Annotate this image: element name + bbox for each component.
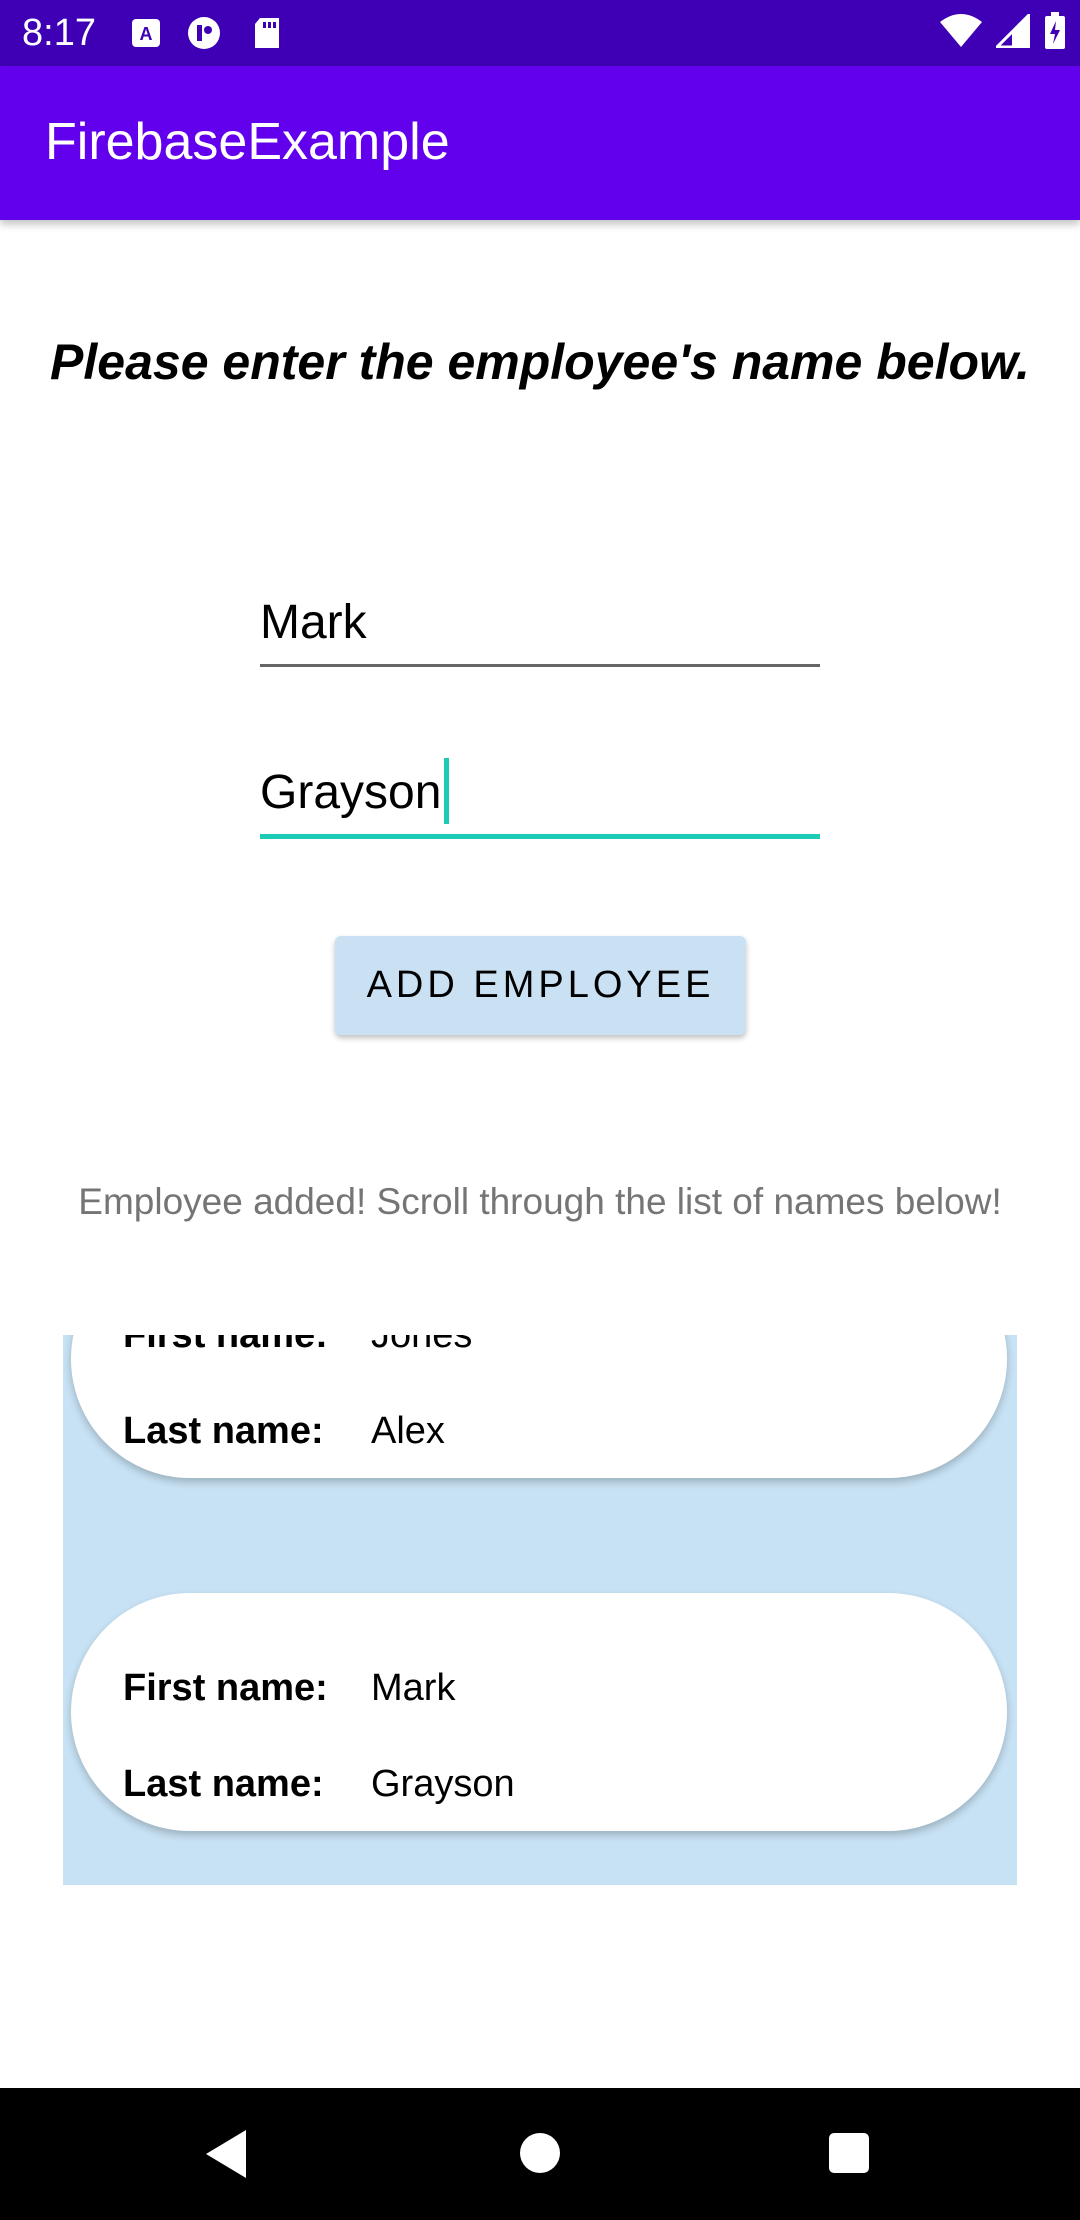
first-name-value: Mark bbox=[371, 1667, 456, 1709]
first-name-value: Jones bbox=[371, 1335, 473, 1356]
recents-icon[interactable] bbox=[829, 2133, 869, 2173]
battery-charging-icon bbox=[1044, 11, 1066, 55]
status-bar: 8:17 A bbox=[0, 0, 1080, 66]
a-box-icon: A bbox=[130, 17, 162, 49]
employee-card[interactable]: First name: Jones Last name: Alex bbox=[71, 1335, 1007, 1478]
add-employee-button[interactable]: ADD EMPLOYEE bbox=[335, 936, 746, 1035]
back-icon[interactable] bbox=[206, 2130, 246, 2178]
last-name-value: Grayson bbox=[371, 1763, 515, 1805]
home-icon[interactable] bbox=[520, 2133, 560, 2173]
sd-card-icon bbox=[252, 17, 284, 49]
last-name-label: Last name: bbox=[123, 1410, 324, 1452]
svg-text:A: A bbox=[140, 24, 153, 44]
first-name-label: First name: bbox=[123, 1667, 328, 1709]
last-name-field[interactable] bbox=[260, 750, 820, 839]
screen: 8:17 A FirebaseExample Please enter the … bbox=[0, 0, 1080, 2220]
status-time: 8:17 bbox=[22, 12, 96, 54]
circle-logo-icon bbox=[186, 17, 220, 49]
last-name-label: Last name: bbox=[123, 1763, 324, 1805]
signal-icon bbox=[993, 10, 1031, 53]
wifi-icon bbox=[940, 13, 982, 53]
employee-card[interactable]: First name: Mark Last name: Grayson bbox=[71, 1593, 1007, 1831]
first-name-field[interactable] bbox=[260, 580, 820, 667]
first-name-label: First name: bbox=[123, 1335, 328, 1356]
text-cursor bbox=[444, 758, 449, 824]
status-icons-right bbox=[940, 10, 1066, 55]
last-name-value: Alex bbox=[371, 1410, 445, 1452]
status-message: Employee added! Scroll through the list … bbox=[78, 1181, 1002, 1222]
app-bar: FirebaseExample bbox=[0, 66, 1080, 220]
employee-list[interactable]: First name: Jones Last name: Alex First … bbox=[63, 1335, 1017, 1885]
app-title: FirebaseExample bbox=[45, 113, 450, 171]
navigation-bar bbox=[0, 2088, 1080, 2220]
instruction-text: Please enter the employee's name below. bbox=[50, 334, 1030, 390]
